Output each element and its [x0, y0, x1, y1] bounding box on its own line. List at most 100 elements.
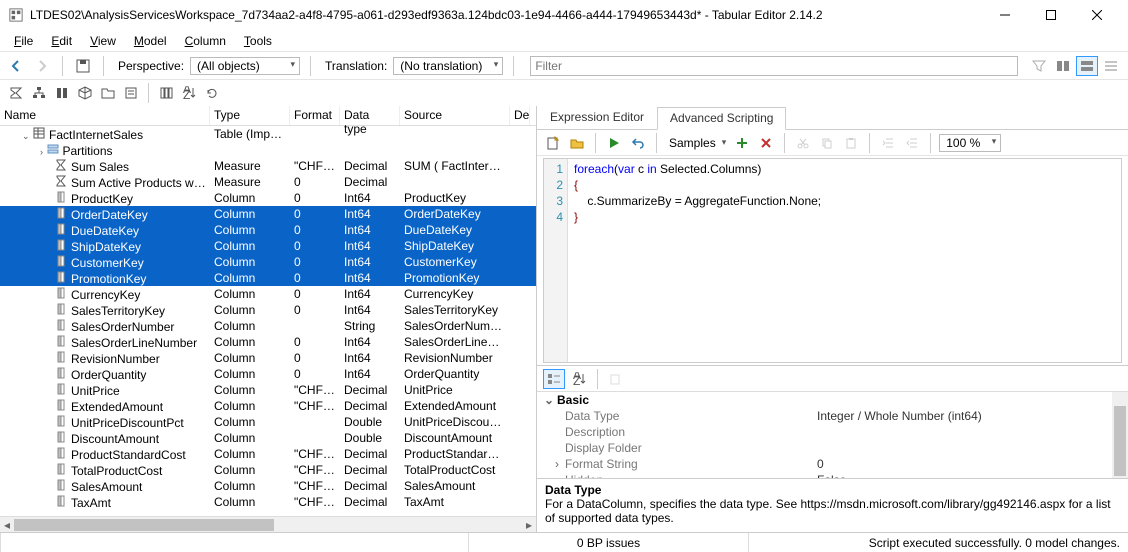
tree-item[interactable]: OrderDateKeyColumn0Int64OrderDateKey [0, 206, 536, 222]
property-grid[interactable]: ⌄Basic Data TypeInteger / Whole Number (… [537, 391, 1128, 478]
tree-item[interactable]: UnitPriceDiscountPctColumnDoubleUnitPric… [0, 414, 536, 430]
view-mode-2-icon[interactable] [1076, 56, 1098, 76]
col-type[interactable]: Type [210, 106, 290, 125]
tree-item[interactable]: Sum Active Products wit…Measure0Decimal [0, 174, 536, 190]
tree-item[interactable]: SalesOrderNumberColumnStringSalesOrderNu… [0, 318, 536, 334]
code-editor[interactable]: 1234 foreach(var c in Selected.Columns) … [543, 158, 1122, 363]
col-desc[interactable]: De [510, 106, 530, 125]
col-format[interactable]: Format [290, 106, 340, 125]
tab-advanced-scripting[interactable]: Advanced Scripting [657, 107, 786, 130]
menu-edit[interactable]: Edit [43, 32, 80, 50]
zoom-combo[interactable]: 100 % [939, 134, 1001, 152]
cut-icon[interactable] [793, 133, 813, 153]
back-icon[interactable] [6, 56, 26, 76]
menu-bar: File Edit View Model Column Tools [0, 30, 1128, 52]
add-icon[interactable] [732, 133, 752, 153]
code-content[interactable]: foreach(var c in Selected.Columns) { c.S… [568, 159, 1121, 362]
folder-icon[interactable] [98, 83, 118, 103]
tree-item[interactable]: ExtendedAmountColumn"CHF" #,DecimalExten… [0, 398, 536, 414]
tree-item[interactable]: SalesTerritoryKeyColumn0Int64SalesTerrit… [0, 302, 536, 318]
filter-input[interactable] [530, 56, 1018, 76]
refresh-icon[interactable] [202, 83, 222, 103]
prop-categorized-icon[interactable] [543, 369, 565, 389]
tree-item[interactable]: DueDateKeyColumn0Int64DueDateKey [0, 222, 536, 238]
indent-icon[interactable] [878, 133, 898, 153]
tree-item[interactable]: DiscountAmountColumnDoubleDiscountAmount [0, 430, 536, 446]
scroll-thumb[interactable] [14, 519, 274, 531]
script-icon[interactable] [121, 83, 141, 103]
sort-asc-icon[interactable]: AZ [179, 83, 199, 103]
prop-scrollbar[interactable] [1112, 392, 1128, 478]
undo-icon[interactable] [628, 133, 648, 153]
col-datatype[interactable]: Data type [340, 106, 400, 125]
column-group-icon[interactable] [52, 83, 72, 103]
tree-item[interactable]: CustomerKeyColumn0Int64CustomerKey [0, 254, 536, 270]
prop-row[interactable]: Display Folder [537, 440, 1128, 456]
translation-combo[interactable]: (No translation) [393, 57, 503, 75]
tree-item[interactable]: SalesOrderLineNumberColumn0Int64SalesOrd… [0, 334, 536, 350]
prop-row[interactable]: Data TypeInteger / Whole Number (int64) [537, 408, 1128, 424]
tab-expression-editor[interactable]: Expression Editor [537, 106, 657, 129]
filter-icon[interactable] [1028, 56, 1050, 76]
tree-item[interactable]: RevisionNumberColumn0Int64RevisionNumber [0, 350, 536, 366]
tree-item[interactable]: ShipDateKeyColumn0Int64ShipDateKey [0, 238, 536, 254]
tree-item[interactable]: TotalProductCostColumn"CHF" #,DecimalTot… [0, 462, 536, 478]
tree-item[interactable]: UnitPriceColumn"CHF" #,DecimalUnitPrice [0, 382, 536, 398]
hierarchy-icon[interactable] [29, 83, 49, 103]
minimize-button[interactable] [982, 0, 1028, 30]
tree-item[interactable]: PromotionKeyColumn0Int64PromotionKey [0, 270, 536, 286]
menu-model[interactable]: Model [126, 32, 175, 50]
prop-row[interactable]: ›Format String0 [537, 456, 1128, 472]
svg-text:Z: Z [573, 374, 580, 386]
tree-body[interactable]: ⌄ FactInternetSalesTable (Import)› Parti… [0, 126, 536, 516]
scroll-right-icon[interactable]: ▸ [522, 517, 536, 532]
column-icon [54, 222, 68, 236]
desc-heading: Data Type [545, 483, 1120, 497]
tree-item[interactable]: OrderQuantityColumn0Int64OrderQuantity [0, 366, 536, 382]
tree-item[interactable]: TaxAmtColumn"CHF" #,DecimalTaxAmt [0, 494, 536, 510]
view-mode-3-icon[interactable] [1100, 56, 1122, 76]
prop-row[interactable]: HiddenFalse [537, 472, 1128, 478]
prop-scroll-thumb[interactable] [1114, 406, 1126, 476]
menu-column[interactable]: Column [177, 32, 234, 50]
tree-item[interactable]: SalesAmountColumn"CHF" #,DecimalSalesAmo… [0, 478, 536, 494]
delete-icon[interactable] [756, 133, 776, 153]
menu-tools[interactable]: Tools [236, 32, 280, 50]
cube-icon[interactable] [75, 83, 95, 103]
new-script-icon[interactable] [543, 133, 563, 153]
perspective-label: Perspective: [118, 59, 184, 73]
copy-icon[interactable] [817, 133, 837, 153]
close-button[interactable] [1074, 0, 1120, 30]
open-script-icon[interactable] [567, 133, 587, 153]
menu-view[interactable]: View [82, 32, 124, 50]
samples-label[interactable]: Samples [669, 136, 716, 150]
perspective-combo[interactable]: (All objects) [190, 57, 300, 75]
maximize-button[interactable] [1028, 0, 1074, 30]
samples-dropdown-icon[interactable]: ▾ [720, 137, 729, 148]
run-script-icon[interactable] [604, 133, 624, 153]
table-row[interactable]: ⌄ FactInternetSalesTable (Import) [0, 126, 536, 142]
prop-row[interactable]: Description [537, 424, 1128, 440]
prop-pages-icon[interactable] [606, 369, 626, 389]
outdent-icon[interactable] [902, 133, 922, 153]
tree-item[interactable]: ProductStandardCostColumn"CHF" #,Decimal… [0, 446, 536, 462]
col-name[interactable]: Name [0, 106, 210, 125]
prop-alpha-icon[interactable]: AZ [569, 369, 589, 389]
tree-item[interactable]: CurrencyKeyColumn0Int64CurrencyKey [0, 286, 536, 302]
partitions-row[interactable]: › Partitions [0, 142, 536, 158]
tree-scrollbar-h[interactable]: ◂ ▸ [0, 516, 536, 532]
forward-icon[interactable] [32, 56, 52, 76]
column-icon [54, 430, 68, 444]
view-mode-1-icon[interactable] [1052, 56, 1074, 76]
paste-icon[interactable] [841, 133, 861, 153]
tree-item[interactable]: Sum SalesMeasure"CHF" #,DecimalSUM ( Fac… [0, 158, 536, 174]
scroll-left-icon[interactable]: ◂ [0, 517, 14, 532]
col-source[interactable]: Source [400, 106, 510, 125]
menu-file[interactable]: File [6, 32, 41, 50]
save-icon[interactable] [73, 56, 93, 76]
columns-view-icon[interactable] [156, 83, 176, 103]
desc-body: For a DataColumn, specifies the data typ… [545, 497, 1120, 525]
sigma-icon[interactable] [6, 83, 26, 103]
tree-item[interactable]: ProductKeyColumn0Int64ProductKey [0, 190, 536, 206]
prop-category-basic[interactable]: ⌄Basic [537, 392, 1128, 408]
